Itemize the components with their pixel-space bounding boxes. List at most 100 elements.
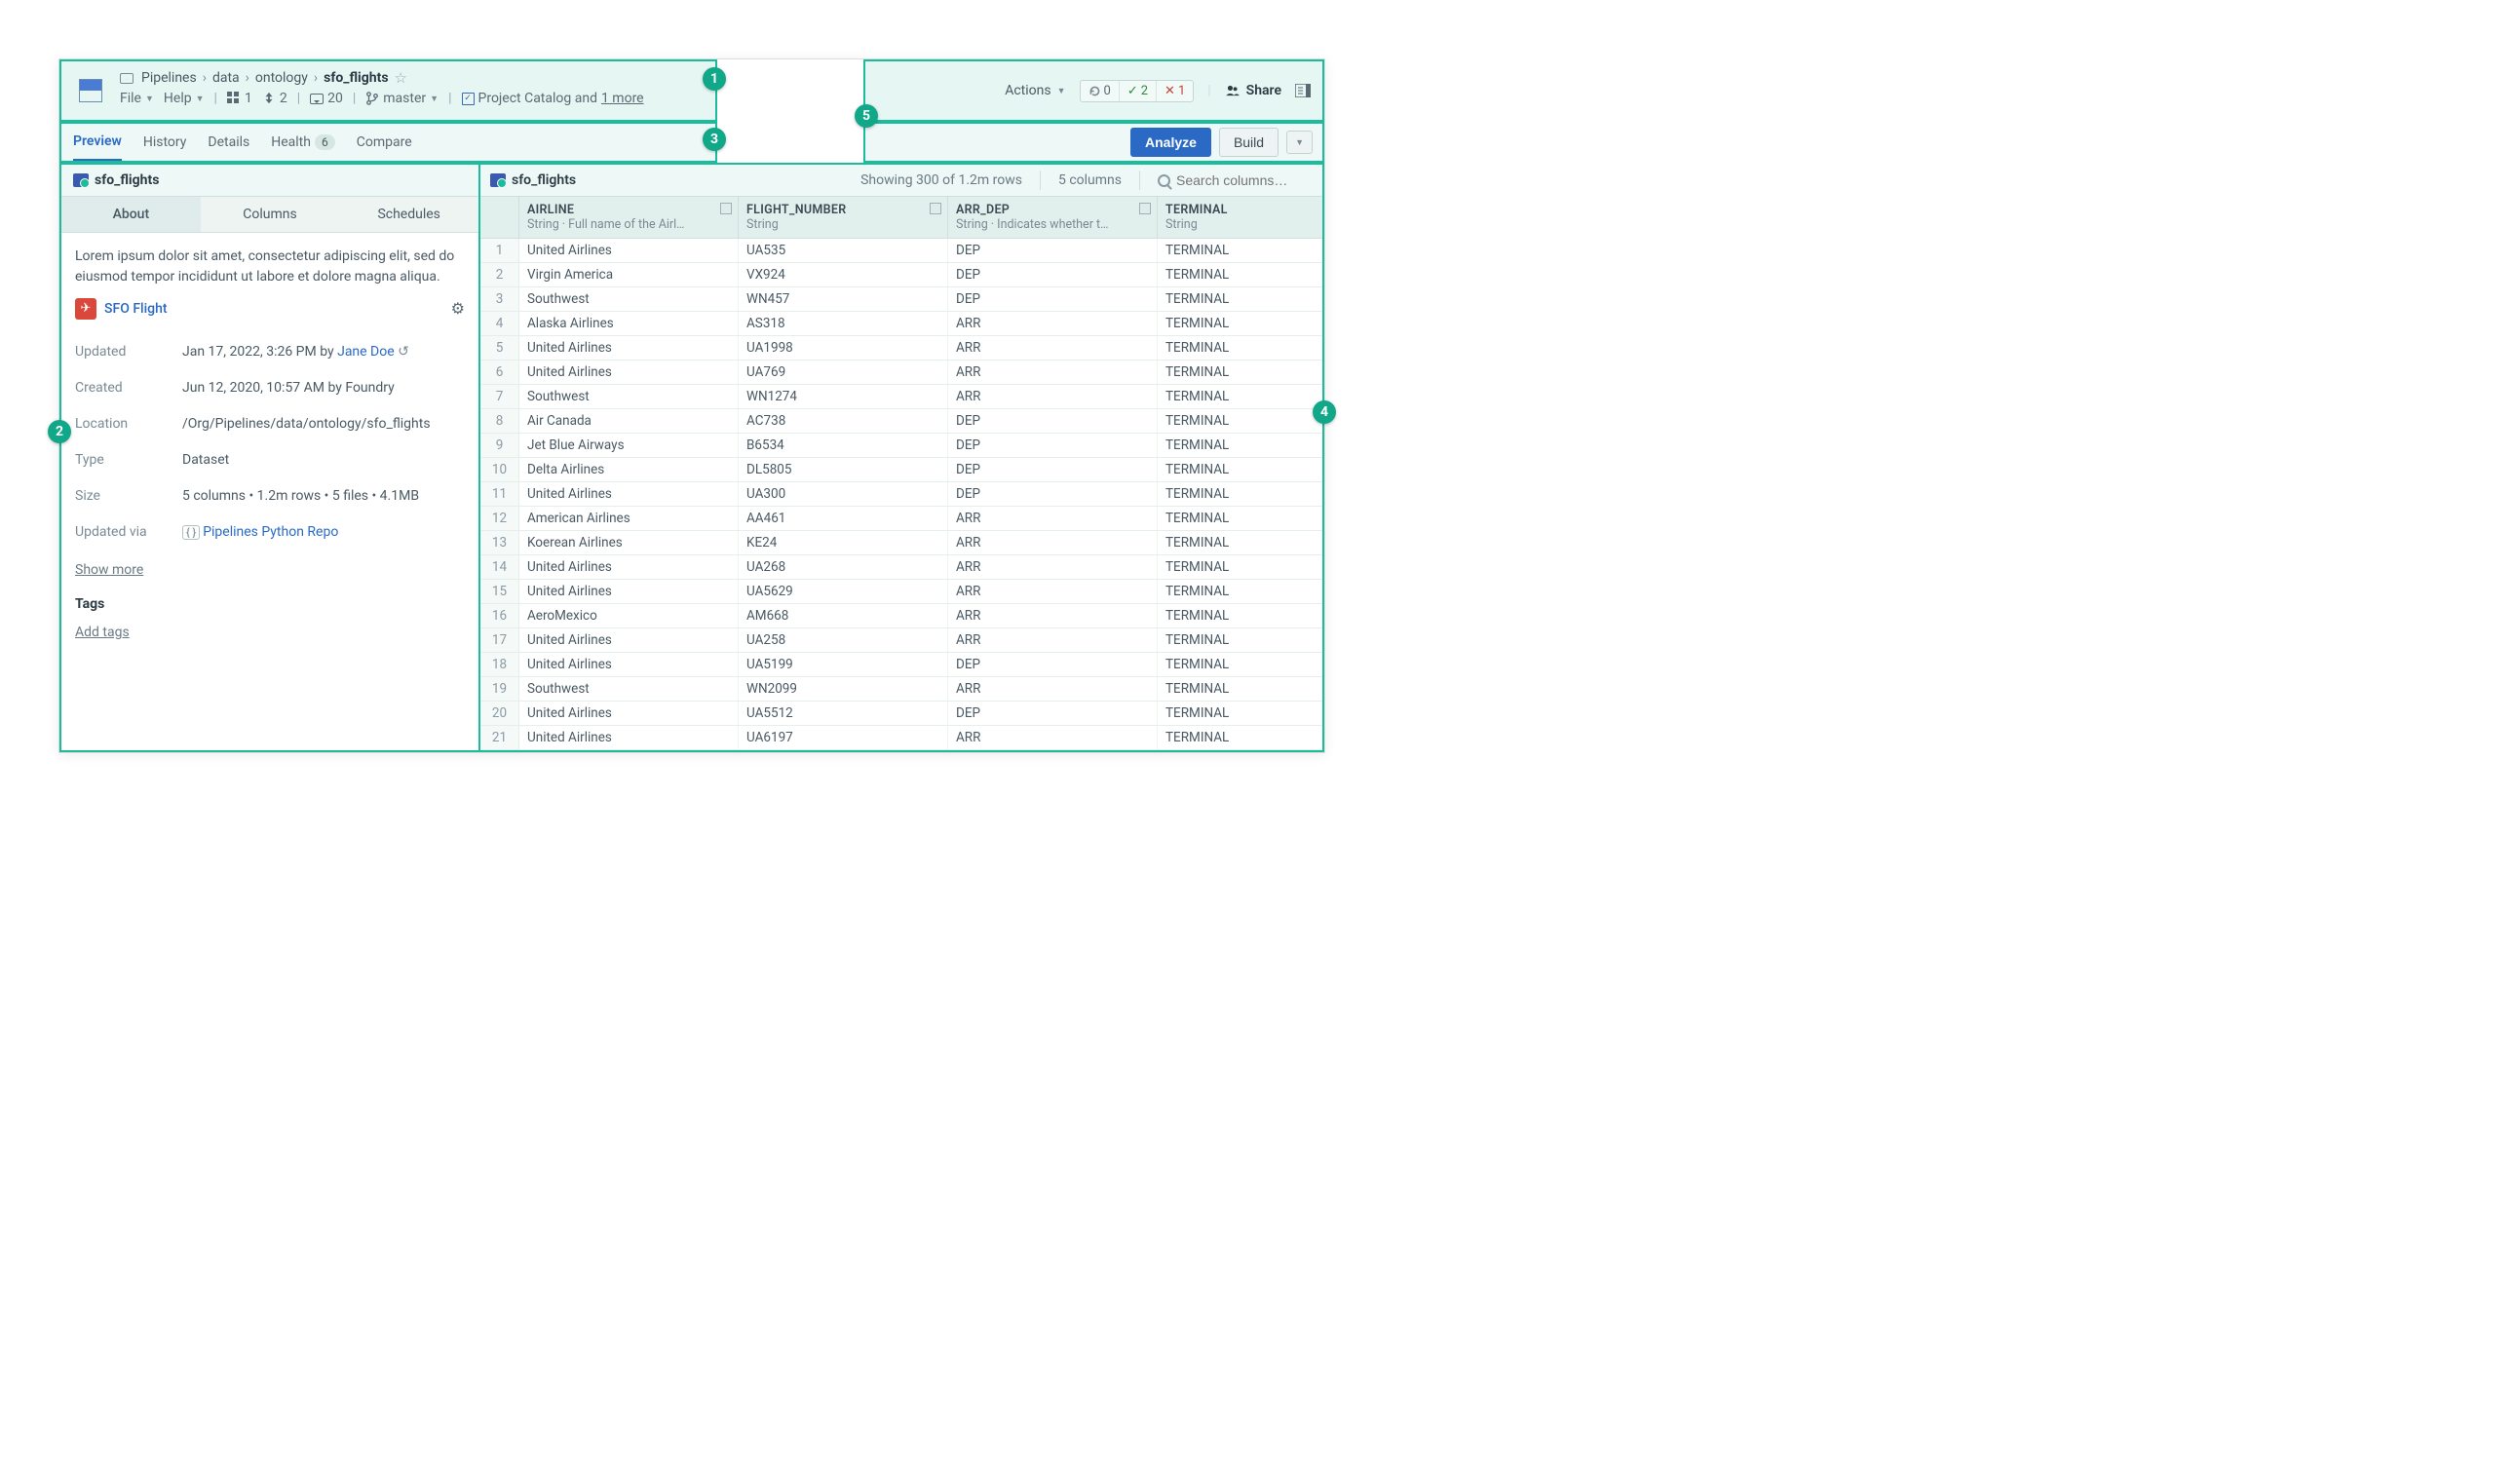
table-row[interactable]: 5United AirlinesUA1998ARRTERMINAL [480,336,1322,361]
table-row[interactable]: 9Jet Blue AirwaysB6534DEPTERMINAL [480,434,1322,458]
crumb-seg-0[interactable]: data [212,70,240,86]
user-link[interactable]: Jane Doe [337,344,395,360]
tabs-bar: Preview History Details Health6 Compare … [59,122,1324,163]
table-row[interactable]: 21United AirlinesUA6197ARRTERMINAL [480,726,1322,750]
table-row[interactable]: 11United AirlinesUA300DEPTERMINAL [480,482,1322,507]
build-dropdown[interactable]: ▼ [1286,131,1313,154]
top-bar-left: Pipelines › data › ontology › sfo_flight… [59,59,717,122]
table-row[interactable]: 2Virgin AmericaVX924DEPTERMINAL [480,263,1322,287]
col-menu-icon[interactable] [1139,203,1151,214]
meta-val-updated: Jan 17, 2022, 3:26 PM by Jane Doe ↺ [182,334,465,370]
meta-val-via: { }Pipelines Python Repo [182,514,465,551]
cell-arrdep: ARR [948,385,1158,408]
table-row[interactable]: 7SouthwestWN1274ARRTERMINAL [480,385,1322,409]
col-header-arrdep[interactable]: ARR_DEP String · Indicates whether t… [948,197,1158,238]
cell-airline: United Airlines [519,239,739,262]
crumb-seg-1[interactable]: ontology [255,70,308,86]
menu-branch[interactable]: master▼ [365,91,439,106]
column-search[interactable] [1158,172,1313,188]
analyze-button[interactable]: Analyze [1130,128,1211,157]
cell-arrdep: DEP [948,239,1158,262]
table-row[interactable]: 3SouthwestWN457DEPTERMINAL [480,287,1322,312]
cell-flight: AS318 [739,312,948,335]
cell-terminal: TERMINAL [1158,604,1322,627]
tab-preview[interactable]: Preview [73,124,122,161]
tabs-bar-left: Preview History Details Health6 Compare [59,122,717,163]
table-row[interactable]: 6United AirlinesUA769ARRTERMINAL [480,361,1322,385]
sidebar-tab-columns[interactable]: Columns [201,197,340,233]
history-icon[interactable]: ↺ [398,344,409,360]
cell-airline: United Airlines [519,580,739,603]
dataset-icon [490,173,506,187]
cell-flight: UA1998 [739,336,948,360]
table-row[interactable]: 16AeroMexicoAM668ARRTERMINAL [480,604,1322,628]
repo-link[interactable]: Pipelines Python Repo [203,524,338,540]
table-row[interactable]: 20United AirlinesUA5512DEPTERMINAL [480,702,1322,726]
chip-refresh[interactable]: 0 [1081,81,1120,101]
callout-3: 3 [703,128,726,151]
cell-arrdep: ARR [948,628,1158,652]
entity-link[interactable]: SFO Flight [104,299,168,320]
actions-dropdown[interactable]: Actions▼ [1005,83,1065,98]
repo-icon: { } [182,525,200,540]
people-icon [1225,85,1241,96]
cell-flight: AM668 [739,604,948,627]
sidebar-tab-schedules[interactable]: Schedules [339,197,478,233]
menu-grid[interactable]: 1 [227,91,252,106]
table-row[interactable]: 1United AirlinesUA535DEPTERMINAL [480,239,1322,263]
add-tags-link[interactable]: Add tags [75,625,130,640]
sidebar: sfo_flights About Columns Schedules Lore… [59,163,478,752]
gear-icon[interactable]: ⚙ [451,297,465,321]
table-row[interactable]: 19SouthwestWN2099ARRTERMINAL [480,677,1322,702]
cell-airline: United Airlines [519,361,739,384]
menu-data[interactable]: 2 [262,91,287,106]
cell-terminal: TERMINAL [1158,312,1322,335]
row-number: 7 [480,385,519,408]
menu-help[interactable]: Help▼ [164,91,205,106]
share-button[interactable]: Share [1225,83,1281,98]
table-row[interactable]: 4Alaska AirlinesAS318ARRTERMINAL [480,312,1322,336]
menu-catalog[interactable]: ✓ Project Catalog and 1 more [462,91,644,106]
col-menu-icon[interactable] [930,203,941,214]
cell-airline: United Airlines [519,628,739,652]
table-row[interactable]: 12American AirlinesAA461ARRTERMINAL [480,507,1322,531]
table-row[interactable]: 8Air CanadaAC738DEPTERMINAL [480,409,1322,434]
star-icon[interactable]: ☆ [395,69,407,87]
col-header-airline[interactable]: AIRLINE String · Full name of the Airl… [519,197,739,238]
menu-comments[interactable]: 20 [310,91,343,106]
dataset-app-icon [80,80,101,101]
tab-history[interactable]: History [143,125,187,160]
entity-row: ✈ SFO Flight ⚙ [75,287,465,334]
cell-terminal: TERMINAL [1158,555,1322,579]
folder-icon [120,73,134,84]
search-input[interactable] [1176,172,1313,188]
cell-airline: Air Canada [519,409,739,433]
breadcrumb: Pipelines › data › ontology › sfo_flight… [120,61,704,87]
col-header-terminal[interactable]: TERMINAL String [1158,197,1322,238]
chip-error[interactable]: ✕ 1 [1157,81,1193,101]
app-icon-box[interactable] [71,71,110,110]
tab-details[interactable]: Details [208,125,249,160]
menu-file[interactable]: File▼ [120,91,154,106]
table-row[interactable]: 14United AirlinesUA268ARRTERMINAL [480,555,1322,580]
table-row[interactable]: 10Delta AirlinesDL5805DEPTERMINAL [480,458,1322,482]
table-row[interactable]: 13Koerean AirlinesKE24ARRTERMINAL [480,531,1322,555]
table-row[interactable]: 15United AirlinesUA5629ARRTERMINAL [480,580,1322,604]
panel-toggle-icon[interactable] [1295,84,1311,97]
chip-success[interactable]: ✓ 2 [1120,81,1157,101]
tab-health[interactable]: Health6 [271,125,334,160]
tab-compare[interactable]: Compare [357,125,412,160]
table-row[interactable]: 17United AirlinesUA258ARRTERMINAL [480,628,1322,653]
cell-terminal: TERMINAL [1158,287,1322,311]
cell-terminal: TERMINAL [1158,531,1322,554]
build-button[interactable]: Build [1219,128,1279,157]
show-more-link[interactable]: Show more [75,562,143,578]
table-row[interactable]: 18United AirlinesUA5199DEPTERMINAL [480,653,1322,677]
col-menu-icon[interactable] [720,203,732,214]
cell-terminal: TERMINAL [1158,434,1322,457]
sidebar-tab-about[interactable]: About [61,197,201,233]
callout-1: 1 [703,67,726,91]
crumb-root[interactable]: Pipelines [141,70,197,86]
cell-flight: UA268 [739,555,948,579]
col-header-flight[interactable]: FLIGHT_NUMBER String [739,197,948,238]
